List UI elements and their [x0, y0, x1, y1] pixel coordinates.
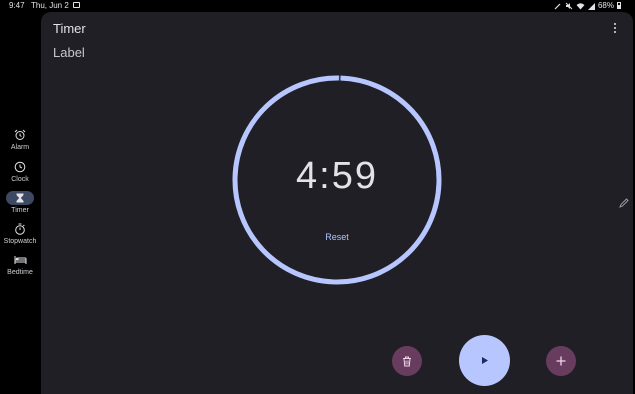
add-time-button[interactable] [546, 346, 576, 376]
battery-icon [617, 2, 621, 9]
nav-item-stopwatch[interactable]: Stopwatch [0, 222, 40, 245]
gallery-notification-icon [73, 2, 80, 8]
status-time: 9:47 [9, 1, 25, 10]
delete-icon [403, 356, 411, 366]
status-date: Thu, Jun 2 [31, 1, 69, 10]
stylus-icon [554, 3, 561, 9]
nav-label-clock: Clock [11, 176, 29, 183]
alarm-icon [6, 128, 34, 142]
reset-button[interactable]: Reset [306, 232, 368, 242]
bed-icon [6, 253, 34, 267]
more-vert-icon[interactable] [612, 23, 618, 35]
clock-icon [6, 160, 34, 174]
nav-label-stopwatch: Stopwatch [3, 238, 37, 245]
nav-label-alarm: Alarm [10, 144, 30, 151]
nav-item-timer[interactable]: Timer [0, 191, 40, 214]
nav-item-clock[interactable]: Clock [0, 160, 40, 183]
page-title: Timer [53, 21, 86, 36]
nav-label-bedtime: Bedtime [7, 269, 33, 276]
play-button[interactable] [459, 335, 510, 386]
timer-countdown[interactable]: 4:59 [236, 155, 438, 198]
edit-icon[interactable] [619, 198, 629, 208]
wifi-icon [576, 2, 585, 9]
timer-label[interactable]: Label [53, 45, 85, 60]
mute-icon [565, 2, 573, 9]
signal-icon [587, 2, 595, 10]
nav-item-bedtime[interactable]: Bedtime [0, 253, 40, 276]
status-bar: 9:47 Thu, Jun 2 68% [0, 0, 635, 12]
hourglass-icon [6, 191, 34, 205]
stopwatch-icon [6, 222, 34, 236]
battery-percent: 68% [597, 1, 614, 10]
nav-label-timer: Timer [11, 207, 29, 214]
status-icons: 68% [554, 1, 621, 10]
delete-button[interactable] [392, 346, 422, 376]
nav-item-alarm[interactable]: Alarm [0, 128, 40, 151]
add-icon [556, 356, 566, 366]
play-icon [482, 357, 488, 364]
